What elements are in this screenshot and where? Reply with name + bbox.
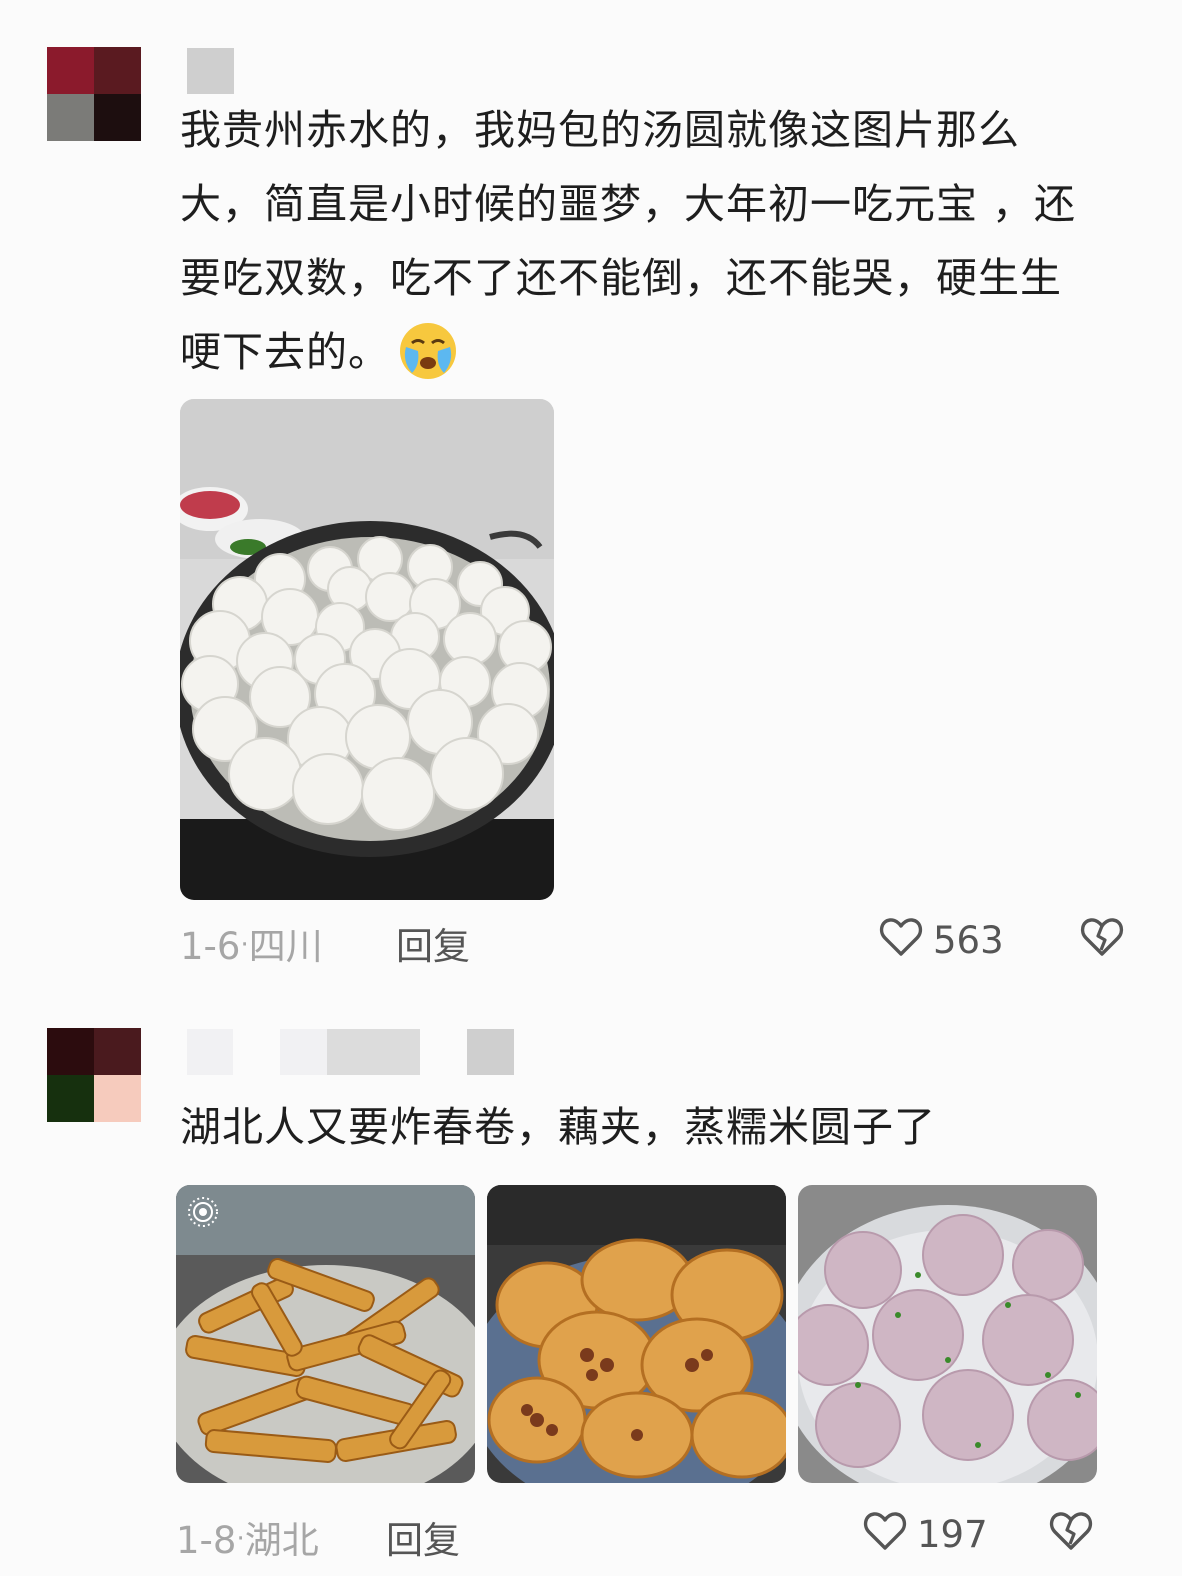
heart-outline-icon [861,1506,909,1563]
comment-text-line: 要吃双数，吃不了还不能倒，还不能哭，硬生生 [180,254,1062,302]
like-button[interactable]: 563 [877,912,1004,969]
comment-image-lotus-root[interactable] [487,1185,786,1483]
like-button[interactable]: 197 [861,1506,988,1563]
avatar-pixel [94,1075,141,1122]
avatar-pixel [94,1028,141,1075]
broken-heart-icon[interactable] [1047,1506,1095,1558]
username-redacted [327,1029,420,1075]
separator-dot: · [240,930,249,960]
comment-item: 湖北人又要炸春卷，藕夹，蒸糯米圆子了 1-8·湖北 回复 197 [0,990,1182,1576]
username-redacted[interactable] [187,1029,233,1075]
comment-meta: 1-6·四川 [180,916,323,970]
comment-meta: 1-8·湖北 [176,1510,319,1564]
comment-image-tangyuan[interactable] [180,399,554,900]
reply-button[interactable]: 回复 [396,916,470,970]
comment-text-fragment: 哽下去的。 [180,328,390,376]
comment-text: 我贵州赤水的，我妈包的汤圆就像这图片那么 大，简直是小时候的噩梦，大年初一吃元宝… [180,93,1140,389]
comment-text-line: 哽下去的。 [180,315,1140,389]
reply-button[interactable]: 回复 [386,1510,460,1564]
username-redacted[interactable] [187,48,234,94]
comment-location: 湖北 [244,1519,319,1562]
username-redacted [467,1029,514,1075]
separator-dot: · [236,1524,245,1554]
broken-heart-icon[interactable] [1078,912,1126,964]
avatar-pixel [47,1075,94,1122]
comment-image-rice-balls[interactable] [798,1185,1097,1483]
avatar-pixel [47,47,94,94]
avatar-pixel [94,47,141,94]
crying-face-icon [398,321,458,381]
comment-text-line: 湖北人又要炸春卷，藕夹，蒸糯米圆子了 [180,1103,936,1151]
avatar-pixel [47,94,94,141]
avatar[interactable] [47,47,141,141]
avatar-pixel [94,94,141,141]
live-photo-icon [186,1195,220,1229]
comment-image-spring-rolls[interactable] [176,1185,475,1483]
username-redacted [280,1029,327,1075]
heart-outline-icon [877,912,925,969]
comment-text: 湖北人又要炸春卷，藕夹，蒸糯米圆子了 [180,1090,1140,1164]
comment-item: 我贵州赤水的，我妈包的汤圆就像这图片那么 大，简直是小时候的噩梦，大年初一吃元宝… [0,0,1182,990]
like-count: 197 [917,1513,988,1556]
comment-text-line: 大，简直是小时候的噩梦，大年初一吃元宝 ，还 [180,180,1077,228]
comment-text-line: 我贵州赤水的，我妈包的汤圆就像这图片那么 [180,106,1020,154]
comment-date: 1-8 [176,1519,237,1562]
comment-location: 四川 [248,925,323,968]
like-count: 563 [933,919,1004,962]
comment-date: 1-6 [180,925,241,968]
avatar[interactable] [47,1028,141,1122]
avatar-pixel [47,1028,94,1075]
